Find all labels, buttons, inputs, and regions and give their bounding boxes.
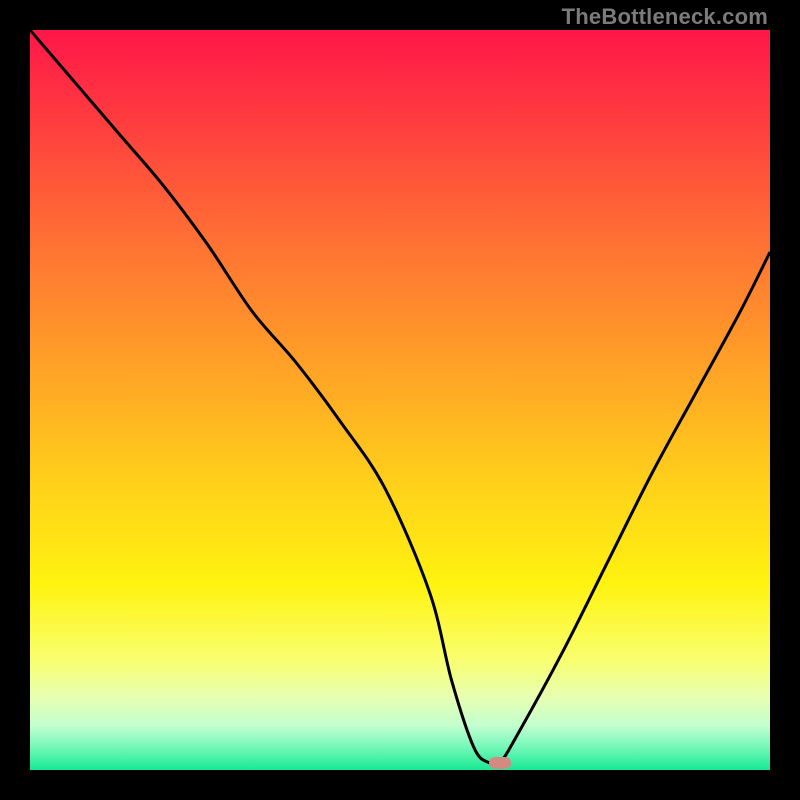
plot-area <box>30 30 770 770</box>
curve-layer <box>30 30 770 770</box>
optimal-marker <box>489 757 511 769</box>
chart-frame: TheBottleneck.com <box>0 0 800 800</box>
bottleneck-curve <box>30 30 770 765</box>
watermark-text: TheBottleneck.com <box>562 4 768 30</box>
